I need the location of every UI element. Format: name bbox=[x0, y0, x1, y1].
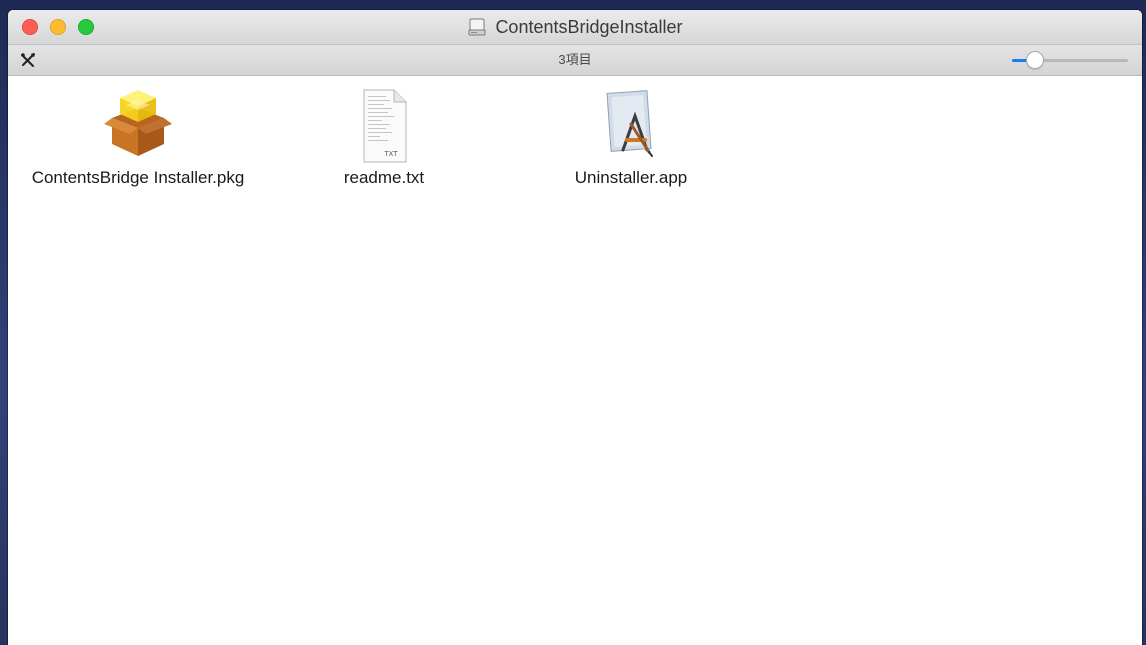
title-bar[interactable]: ContentsBridgeInstaller bbox=[8, 10, 1142, 45]
file-item-uninstaller[interactable]: Uninstaller.app bbox=[506, 86, 756, 188]
slider-thumb[interactable] bbox=[1026, 52, 1043, 68]
text-file-icon: TXT bbox=[363, 89, 407, 163]
window-title: ContentsBridgeInstaller bbox=[8, 10, 1142, 44]
icon-size-slider[interactable] bbox=[1012, 52, 1128, 68]
finder-window: ContentsBridgeInstaller 3項目 ContentsBrid… bbox=[8, 10, 1142, 645]
window-title-text: ContentsBridgeInstaller bbox=[495, 16, 683, 37]
file-item-readme[interactable]: TXT readme.txt bbox=[259, 86, 509, 188]
disk-image-icon bbox=[468, 18, 486, 36]
file-area[interactable]: ContentsBridge Installer.pkg TXT readme.… bbox=[8, 76, 1142, 645]
txt-badge: TXT bbox=[384, 151, 398, 158]
status-bar: 3項目 bbox=[8, 45, 1142, 76]
item-count: 3項目 bbox=[558, 52, 592, 67]
app-icon bbox=[606, 90, 653, 157]
file-name: ContentsBridge Installer.pkg bbox=[31, 168, 245, 187]
package-icon bbox=[104, 90, 172, 156]
file-item-pkg[interactable]: ContentsBridge Installer.pkg bbox=[13, 86, 263, 188]
file-name: readme.txt bbox=[343, 168, 425, 187]
file-name: Uninstaller.app bbox=[574, 168, 688, 187]
